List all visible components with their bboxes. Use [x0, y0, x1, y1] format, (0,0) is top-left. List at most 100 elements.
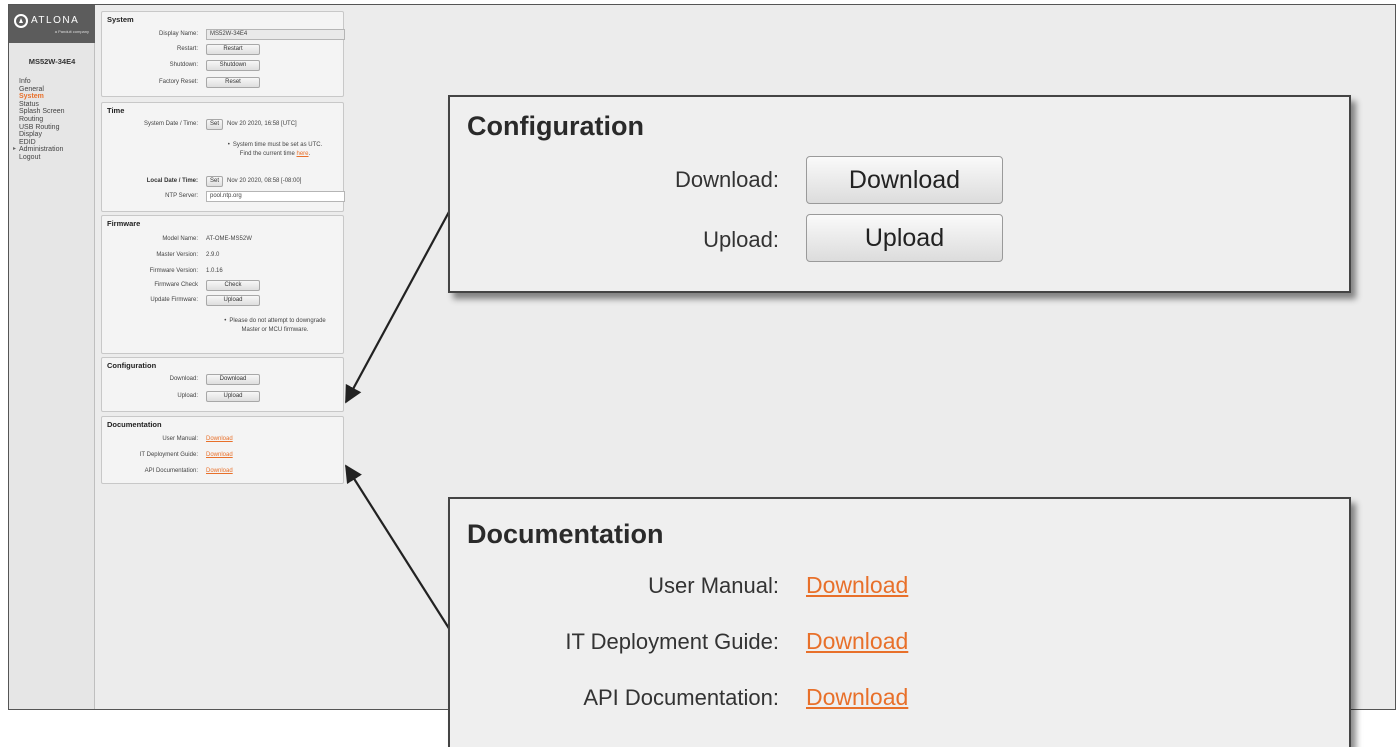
callout-upload-button[interactable]: Upload: [806, 214, 1003, 262]
documentation-panel: Documentation User Manual: Download IT D…: [101, 416, 344, 484]
model-name-label: Model Name:: [162, 236, 198, 242]
time-title: Time: [107, 106, 125, 115]
firmware-panel: Firmware Model Name: AT-OME-MS52W Master…: [101, 215, 344, 354]
system-time-set-button[interactable]: Set: [206, 119, 223, 130]
update-firmware-row: Update Firmware: Upload: [102, 295, 343, 306]
current-time-link[interactable]: here: [297, 151, 309, 157]
documentation-callout: Documentation User Manual: Download IT D…: [448, 497, 1351, 747]
callout-upload-label: Upload:: [703, 227, 779, 252]
system-date-time-label: System Date / Time:: [143, 121, 198, 127]
device-name: MS52W-34E4: [28, 57, 76, 66]
display-name-field[interactable]: MS52W-34E4: [206, 29, 345, 40]
user-manual-download-link[interactable]: Download: [206, 436, 233, 442]
config-upload-row: Upload: Upload: [102, 391, 343, 402]
callout-api-doc-link[interactable]: Download: [806, 684, 908, 711]
system-date-time-row: System Date / Time: Set Nov 20 2020, 16:…: [102, 119, 343, 130]
callout-configuration-title: Configuration: [467, 111, 644, 141]
it-guide-label: IT Deployment Guide:: [139, 452, 198, 458]
sidebar-nav: Info General System Status Splash Screen…: [13, 78, 65, 162]
firmware-upload-button[interactable]: Upload: [206, 295, 260, 306]
bullet-icon: •: [227, 142, 230, 148]
ntp-server-input[interactable]: pool.ntp.org: [206, 191, 345, 202]
downgrade-note-line1: Please do not attempt to downgrade: [229, 318, 326, 324]
system-panel: System Display Name: MS52W-34E4 Restart:…: [101, 11, 345, 97]
atlona-logo: ATLONA a Panduit company: [9, 5, 95, 43]
ntp-server-label: NTP Server:: [165, 193, 198, 199]
master-version-row: Master Version: 2.9.0: [102, 250, 343, 260]
local-date-time-value: Nov 20 2020, 08:58 [-08:00]: [227, 178, 302, 184]
configuration-title: Configuration: [107, 361, 157, 370]
it-guide-download-link[interactable]: Download: [206, 452, 233, 458]
sidebar-item-display[interactable]: Display: [19, 131, 65, 139]
sidebar-item-splash-screen[interactable]: Splash Screen: [19, 108, 65, 116]
bullet-icon: •: [224, 318, 227, 324]
master-version-value: 2.9.0: [206, 252, 220, 258]
stage: ATLONA a Panduit company MS52W-34E4 Info…: [0, 0, 1400, 747]
config-download-label: Download:: [169, 376, 198, 382]
sidebar-item-status[interactable]: Status: [19, 101, 65, 109]
user-manual-row: User Manual: Download: [102, 434, 343, 444]
reset-button[interactable]: Reset: [206, 77, 260, 88]
local-time-set-button[interactable]: Set: [206, 176, 223, 187]
update-firmware-label: Update Firmware:: [150, 297, 198, 303]
system-date-time-value: Nov 20 2020, 16:58 [UTC]: [227, 121, 297, 127]
sidebar-item-usb-routing[interactable]: USB Routing: [19, 124, 65, 132]
utc-note-line1: System time must be set as UTC.: [232, 142, 323, 148]
config-upload-button[interactable]: Upload: [206, 391, 260, 402]
firmware-check-row: Firmware Check Check: [102, 280, 343, 291]
config-download-button[interactable]: Download: [206, 374, 260, 385]
sidebar-item-routing[interactable]: Routing: [19, 116, 65, 124]
system-title: System: [107, 15, 134, 24]
time-panel: Time System Date / Time: Set Nov 20 2020…: [101, 102, 345, 212]
local-date-time-row: Local Date / Time: Set Nov 20 2020, 08:5…: [102, 176, 343, 187]
callout-user-manual-label: User Manual:: [648, 573, 779, 598]
restart-button[interactable]: Restart: [206, 44, 260, 55]
configuration-callout: Configuration Download: Download Upload:…: [448, 95, 1351, 293]
configuration-panel: Configuration Download: Download Upload:…: [101, 357, 344, 412]
logo-subtext: a Panduit company: [54, 29, 89, 34]
callout-it-guide-label: IT Deployment Guide:: [565, 629, 779, 654]
downgrade-note: • Please do not attempt to downgrade Mast…: [210, 317, 340, 335]
restart-row: Restart: Restart: [102, 44, 343, 55]
api-doc-label: API Documentation:: [144, 468, 198, 474]
restart-label: Restart:: [176, 46, 198, 52]
api-doc-download-link[interactable]: Download: [206, 468, 233, 474]
callout-user-manual-link[interactable]: Download: [806, 572, 908, 599]
it-guide-row: IT Deployment Guide: Download: [102, 450, 343, 460]
model-name-row: Model Name: AT-OME-MS52W: [102, 234, 343, 244]
callout-download-button[interactable]: Download: [806, 156, 1003, 204]
documentation-title: Documentation: [107, 420, 162, 429]
firmware-version-label: Firmware Version:: [149, 268, 198, 274]
config-download-row: Download: Download: [102, 374, 343, 385]
shutdown-button[interactable]: Shutdown: [206, 60, 260, 71]
logo-text: ATLONA: [31, 15, 80, 26]
sidebar-item-logout[interactable]: Logout: [19, 154, 65, 162]
shutdown-row: Shutdown: Shutdown: [102, 60, 343, 71]
api-doc-row: API Documentation: Download: [102, 466, 343, 476]
callout-api-doc-label: API Documentation:: [583, 685, 779, 710]
sidebar: ATLONA a Panduit company MS52W-34E4 Info…: [9, 5, 95, 709]
user-manual-label: User Manual:: [162, 436, 198, 442]
callout-download-label: Download:: [675, 167, 779, 192]
atlona-logo-icon: [14, 14, 28, 28]
firmware-title: Firmware: [107, 219, 141, 228]
model-name-value: AT-OME-MS52W: [206, 236, 252, 242]
shutdown-label: Shutdown:: [169, 62, 198, 68]
firmware-version-value: 1.0.16: [206, 268, 223, 274]
firmware-version-row: Firmware Version: 1.0.16: [102, 266, 343, 276]
display-name-row: Display Name: MS52W-34E4: [102, 29, 345, 40]
local-date-time-label: Local Date / Time:: [146, 178, 198, 184]
callout-it-guide-link[interactable]: Download: [806, 628, 908, 655]
sidebar-item-general[interactable]: General: [19, 86, 65, 94]
downgrade-note-line2: Master or MCU firmware.: [241, 327, 309, 333]
ntp-server-row: NTP Server: pool.ntp.org: [102, 191, 345, 202]
factory-reset-label: Factory Reset:: [158, 79, 198, 85]
check-button[interactable]: Check: [206, 280, 260, 291]
master-version-label: Master Version:: [156, 252, 198, 258]
sidebar-item-administration[interactable]: Administration: [13, 146, 65, 154]
sidebar-item-system[interactable]: System: [19, 93, 65, 101]
sidebar-item-info[interactable]: Info: [19, 78, 65, 86]
sidebar-item-edid[interactable]: EDID: [19, 139, 65, 147]
utc-note-line2: Find the current time: [239, 151, 295, 157]
firmware-check-label: Firmware Check: [154, 282, 198, 288]
